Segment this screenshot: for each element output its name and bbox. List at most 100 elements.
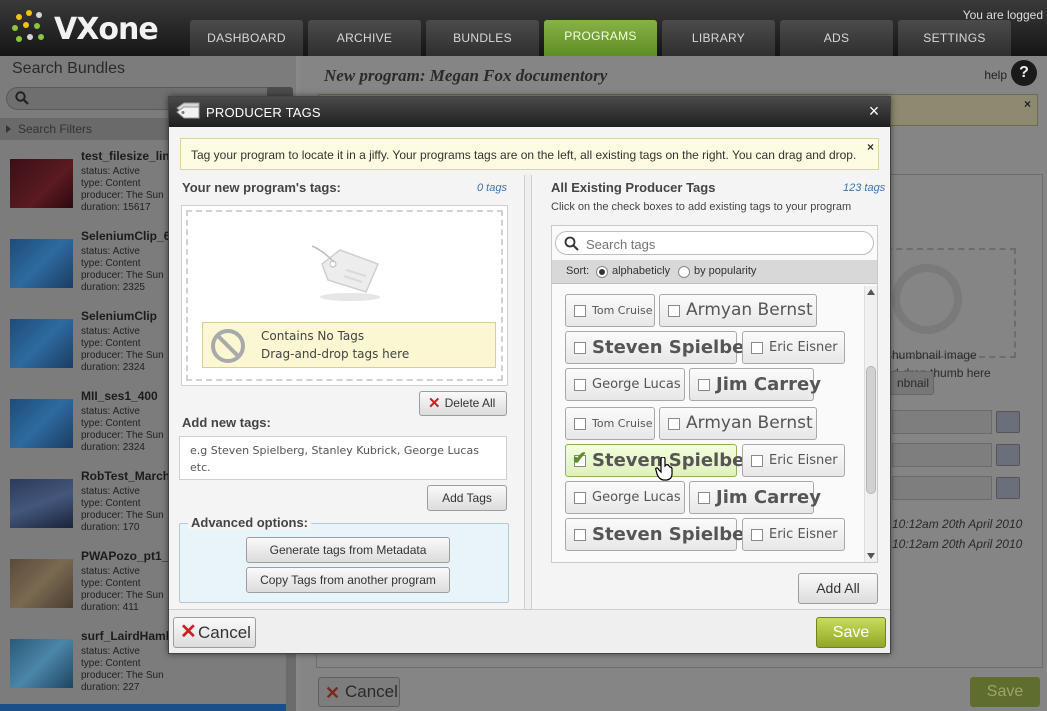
existing-tags-title: All Existing Producer Tags [551, 180, 716, 195]
bundle-meta: status: Active type: Content producer: The… [81, 486, 164, 533]
dialog-cancel-button[interactable]: ✕ Cancel [173, 617, 256, 648]
tag-chip[interactable]: Eric Eisner [742, 518, 845, 551]
delete-all-label: Delete All [444, 396, 496, 410]
tag-label: Eric Eisner [769, 340, 838, 355]
add-all-button[interactable]: Add All [798, 573, 878, 604]
tag-search[interactable] [555, 231, 874, 255]
delete-all-button[interactable]: ✕ Delete All [419, 391, 507, 416]
tab-settings[interactable]: SETTINGS [898, 20, 1011, 56]
bundle-name: surf_LairdHaml [81, 629, 170, 643]
tag-chip[interactable]: Steven Spielberg [565, 518, 766, 551]
cancel-button[interactable]: ✕ Cancel [318, 677, 400, 707]
top-bar: VXone You are logged DASHBOARD ARCHIVE B… [0, 0, 1047, 56]
program-tags-count: 0 tags [477, 182, 507, 194]
calendar-icon[interactable] [996, 411, 1020, 433]
tag-checkbox[interactable] [751, 529, 763, 541]
program-tags-drop-zone[interactable]: Contains No Tags Drag-and-drop tags here [181, 205, 508, 386]
tab-dashboard[interactable]: DASHBOARD [190, 20, 303, 56]
logo[interactable]: VXone [10, 8, 159, 52]
add-tags-button[interactable]: Add Tags [427, 485, 507, 511]
tag-checkbox[interactable] [751, 455, 763, 467]
tag-chip[interactable]: Eric Eisner [742, 444, 845, 477]
close-icon[interactable]: × [1024, 97, 1031, 111]
sort-label: Sort: [566, 265, 590, 277]
thumbnail-drop-zone[interactable] [886, 248, 1016, 358]
no-thumbnail-icon [892, 264, 962, 334]
sidebar-selected-strip [0, 704, 286, 711]
bundle-thumbnail [10, 399, 73, 448]
tag-chip-selected[interactable]: ✔ Steven Spielberg [565, 444, 766, 477]
date-text: 10:12am 20th April 2010 [892, 537, 1023, 551]
tag-search-input[interactable] [586, 235, 866, 253]
column-divider[interactable] [524, 175, 532, 609]
tag-chip[interactable]: Jim Carrey [689, 368, 821, 401]
calendar-icon[interactable] [996, 477, 1020, 499]
tag-chip[interactable]: Tom Cruise [565, 294, 655, 327]
tag-checkbox[interactable] [574, 418, 586, 430]
tag-checkbox[interactable] [698, 379, 710, 391]
tag-checkbox[interactable] [668, 305, 680, 317]
new-tags-input[interactable]: e.g Steven Spielberg, Stanley Kubrick, G… [179, 436, 507, 480]
bundle-meta: status: Active type: Content producer: The… [81, 646, 164, 693]
tab-ads[interactable]: ADS [780, 20, 893, 56]
date-field[interactable] [892, 443, 992, 467]
info-banner: Tag your program to locate it in a jiffy… [180, 138, 879, 170]
tag-icon [176, 102, 200, 119]
tag-chip[interactable]: Jim Carrey [689, 481, 821, 514]
help-icon[interactable]: ? [1011, 60, 1037, 86]
tag-chip[interactable]: Tom Cruise [565, 407, 655, 440]
tag-checkbox[interactable] [751, 342, 763, 354]
close-icon[interactable]: × [864, 101, 884, 121]
tab-bundles[interactable]: BUNDLES [426, 20, 539, 56]
help-link[interactable]: help [984, 68, 1007, 82]
date-field[interactable] [892, 476, 992, 500]
sort-alpha-label[interactable]: alphabeticly [612, 265, 670, 277]
tab-library[interactable]: LIBRARY [662, 20, 775, 56]
scroll-down-icon[interactable] [867, 553, 875, 559]
calendar-icon[interactable] [996, 444, 1020, 466]
sort-bar: Sort: alphabeticly by popularity [552, 260, 877, 284]
empty-tags-line1: Contains No Tags [261, 329, 365, 343]
tag-label: George Lucas [592, 377, 681, 392]
save-button[interactable]: Save [970, 677, 1040, 707]
scroll-thumb[interactable] [866, 366, 876, 494]
tag-chip[interactable]: Steven Spielberg [565, 331, 766, 364]
thumbnail-button[interactable]: nbnail [890, 371, 934, 395]
tag-chip[interactable]: George Lucas [565, 481, 685, 514]
bundle-meta: status: Active type: Content producer: The… [81, 406, 164, 453]
tag-checkbox[interactable] [698, 492, 710, 504]
existing-tags-count: 123 tags [843, 182, 886, 194]
dialog-title: PRODUCER TAGS [206, 105, 321, 120]
sort-alpha-radio[interactable] [596, 266, 608, 278]
bundle-meta: status: Active type: Content producer: The… [81, 326, 164, 373]
tag-checkbox[interactable] [574, 342, 586, 354]
tag-checkbox[interactable] [574, 529, 586, 541]
tag-chip[interactable]: Armyan Bernst [659, 294, 817, 327]
tag-checkbox[interactable] [668, 418, 680, 430]
add-tags-title: Add new tags: [182, 415, 271, 430]
producer-tags-dialog: PRODUCER TAGS × Tag your program to loca… [168, 96, 891, 654]
tag-chip[interactable]: George Lucas [565, 368, 685, 401]
dialog-save-button[interactable]: Save [816, 617, 886, 648]
copy-tags-button[interactable]: Copy Tags from another program [246, 567, 450, 593]
existing-tags-box: Sort: alphabeticly by popularity Tom Cru… [551, 225, 878, 563]
tag-label: Tom Cruise [592, 304, 653, 317]
tags-scrollbar[interactable] [864, 286, 877, 562]
bundle-name: MII_ses1_400 [81, 389, 158, 403]
date-field[interactable] [892, 410, 992, 434]
tag-checkbox[interactable] [574, 379, 586, 391]
generate-tags-button[interactable]: Generate tags from Metadata [246, 537, 450, 563]
tag-label: George Lucas [592, 490, 681, 505]
sort-popularity-label[interactable]: by popularity [694, 265, 756, 277]
close-icon[interactable]: × [867, 140, 874, 154]
sort-popularity-radio[interactable] [678, 266, 690, 278]
tag-checkbox[interactable] [574, 492, 586, 504]
advanced-options-title: Advanced options: [188, 515, 312, 530]
tag-checkbox[interactable] [574, 305, 586, 317]
tag-chip[interactable]: Eric Eisner [742, 331, 845, 364]
tag-chip[interactable]: Armyan Bernst [659, 407, 817, 440]
tab-archive[interactable]: ARCHIVE [308, 20, 421, 56]
scroll-up-icon[interactable] [867, 289, 875, 295]
bundle-meta: status: Active type: Content producer: The… [81, 166, 164, 213]
tab-programs[interactable]: PROGRAMS [544, 20, 657, 56]
